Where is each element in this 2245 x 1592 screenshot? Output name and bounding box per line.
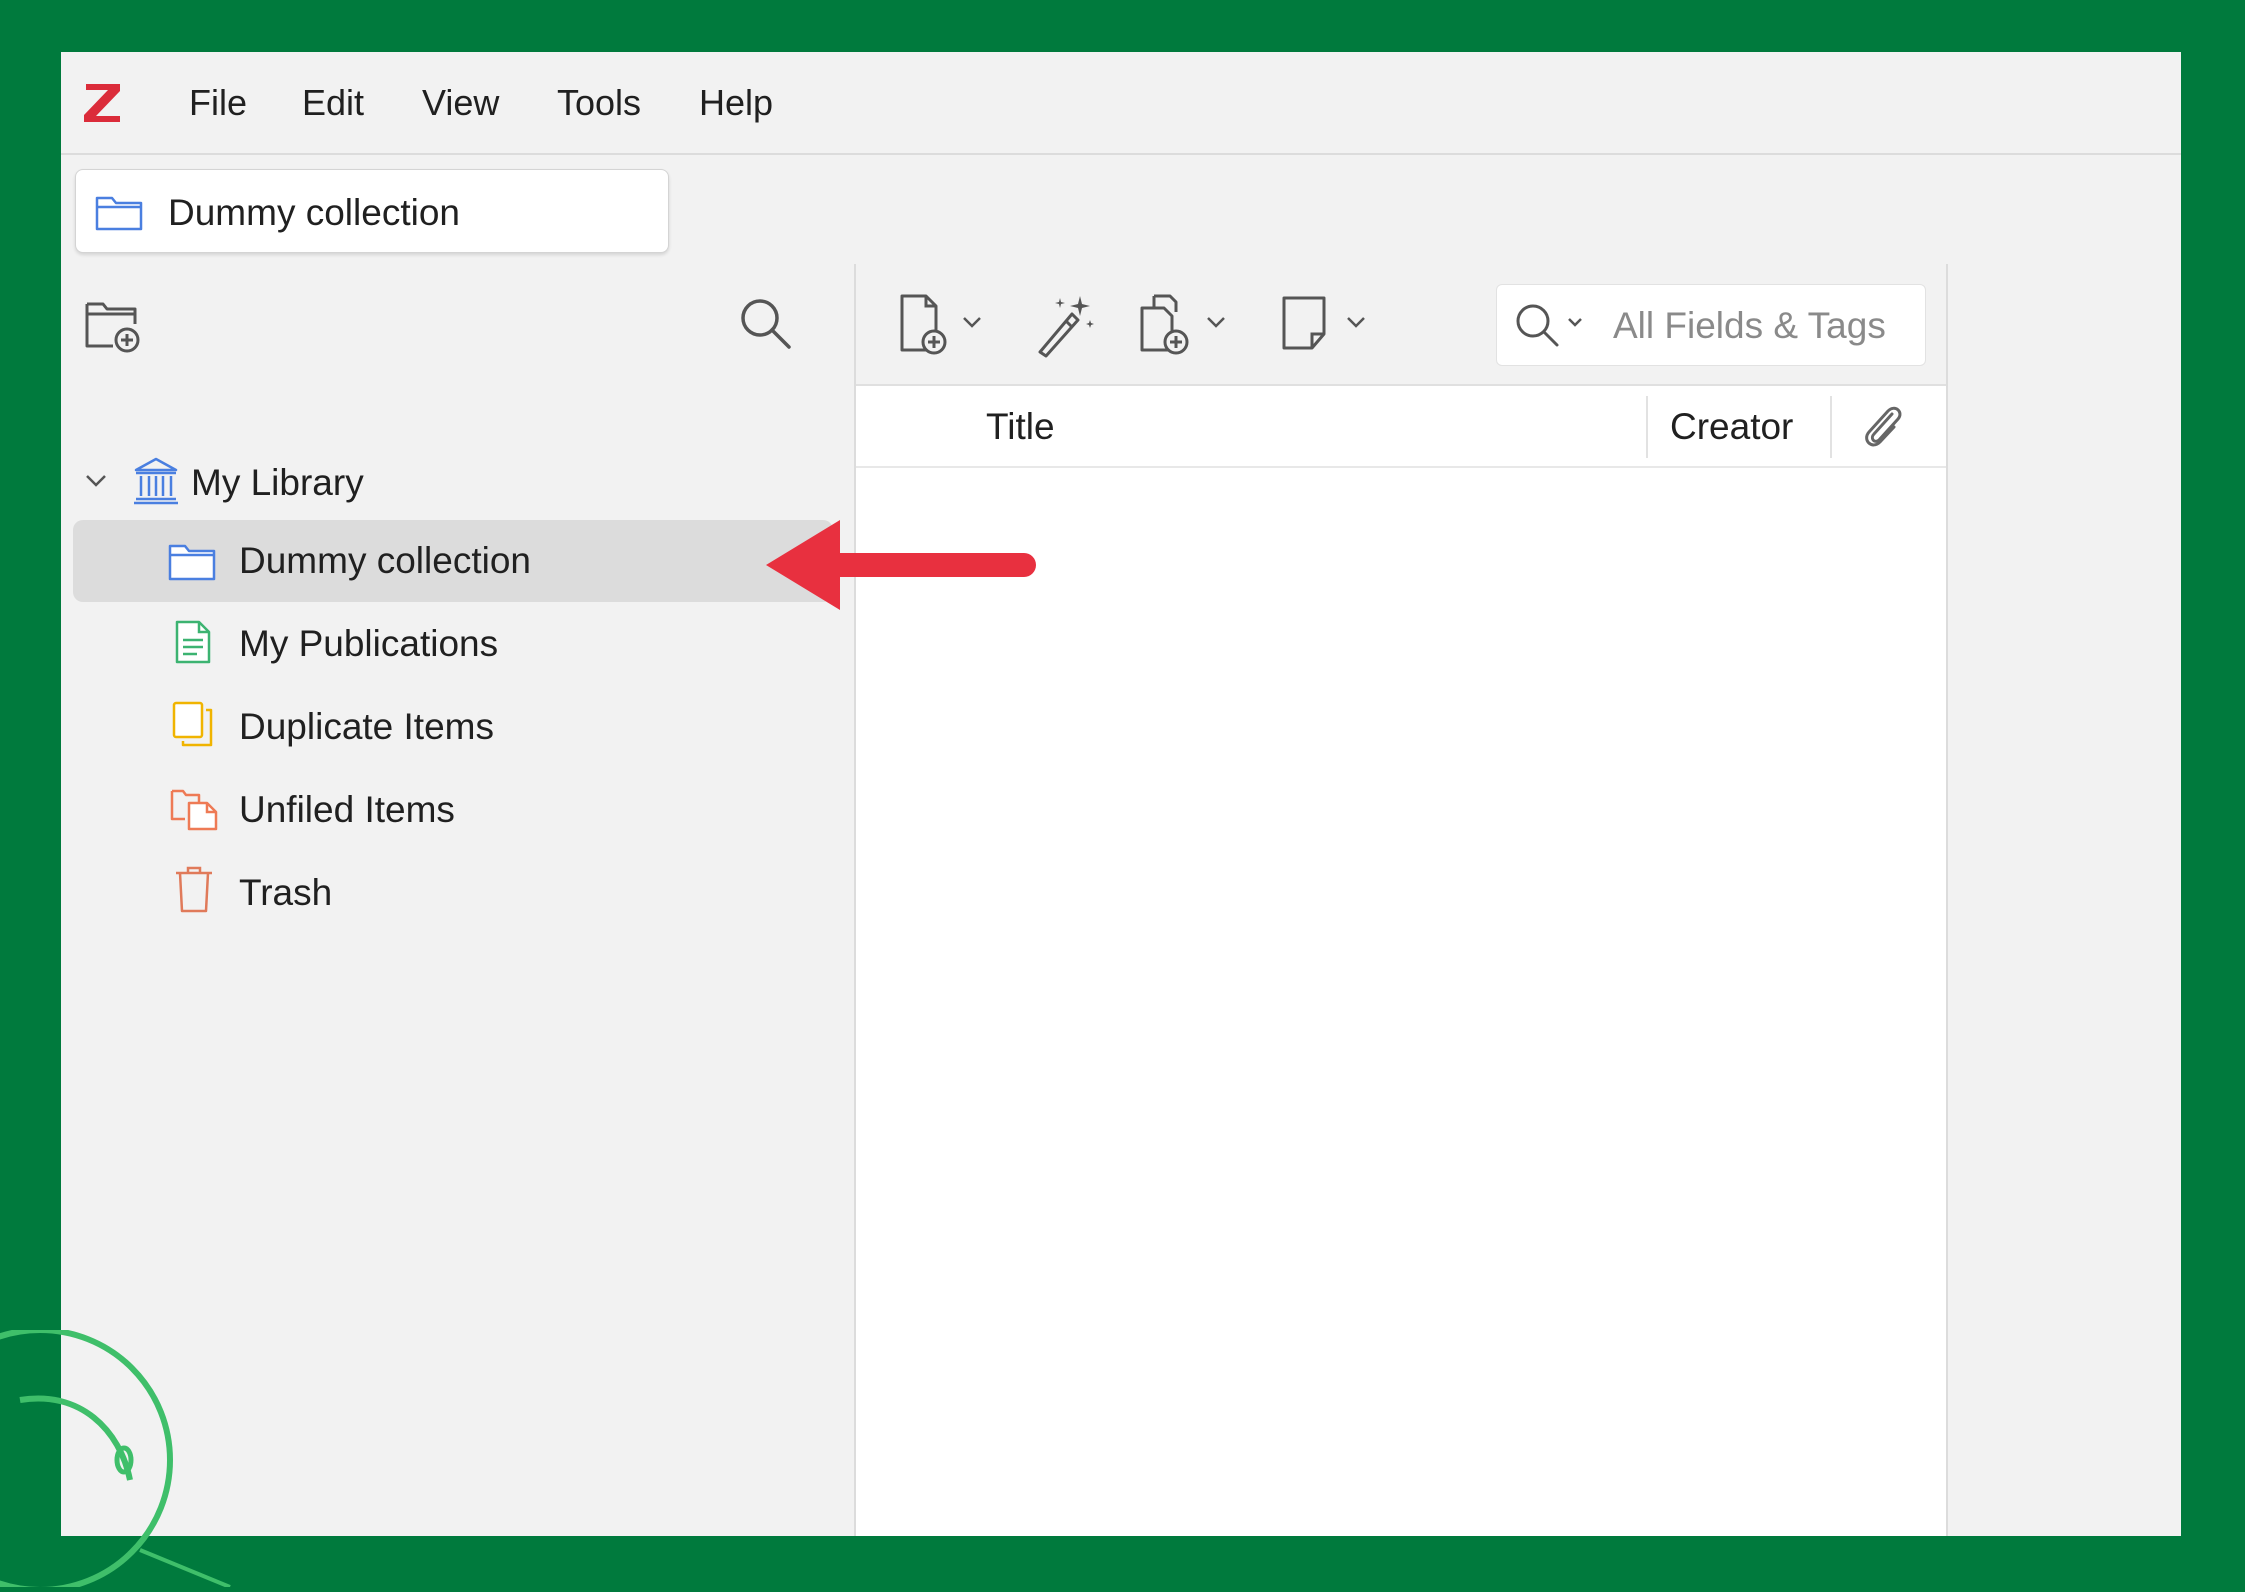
new-item-icon[interactable] <box>896 292 992 358</box>
chevron-down-icon[interactable] <box>83 468 109 499</box>
folder-icon <box>94 192 144 237</box>
paperclip-icon[interactable] <box>1858 402 1908 457</box>
items-pane: All Fields & Tags Title Creator <box>856 264 1948 1536</box>
add-by-identifier-icon[interactable] <box>1032 292 1098 358</box>
column-creator[interactable]: Creator <box>1670 406 1793 448</box>
items-toolbar: All Fields & Tags <box>856 264 1946 386</box>
menu-view[interactable]: View <box>422 82 499 124</box>
tab-label: Dummy collection <box>168 192 460 233</box>
search-icon[interactable] <box>735 294 795 354</box>
search-box[interactable]: All Fields & Tags <box>1496 284 1926 366</box>
search-input[interactable]: All Fields & Tags <box>1613 305 1886 347</box>
menu-file[interactable]: File <box>189 82 247 124</box>
zotero-logo-icon <box>81 78 125 126</box>
tree-item-trash[interactable]: Trash <box>73 852 833 934</box>
menu-tools[interactable]: Tools <box>557 82 641 124</box>
publications-icon <box>173 619 213 670</box>
item-pane <box>1948 264 2181 1536</box>
menu-help[interactable]: Help <box>699 82 773 124</box>
menu-bar: File Edit View Tools Help <box>61 52 2181 155</box>
tree-item-label: My Library <box>191 462 364 503</box>
arrow-annotation-icon <box>766 520 1036 615</box>
new-note-icon[interactable] <box>1280 292 1380 358</box>
tree-item-label: My Publications <box>239 623 499 664</box>
new-collection-icon[interactable] <box>83 294 143 354</box>
duplicate-icon <box>171 700 215 753</box>
tree-item-my-publications[interactable]: My Publications <box>73 603 833 685</box>
tree-item-dummy-collection[interactable]: Dummy collection <box>73 520 833 602</box>
tree-item-label: Unfiled Items <box>239 789 455 830</box>
tree-item-my-library[interactable]: My Library <box>73 442 833 524</box>
column-separator[interactable] <box>1830 396 1832 458</box>
tree-item-label: Trash <box>239 872 333 913</box>
tree-item-label: Dummy collection <box>239 540 531 581</box>
add-attachment-icon[interactable] <box>1138 292 1238 358</box>
column-title[interactable]: Title <box>986 406 1055 448</box>
items-column-header: Title Creator <box>856 386 1946 468</box>
column-separator[interactable] <box>1646 396 1648 458</box>
search-icon[interactable] <box>1511 299 1601 356</box>
folder-icon <box>167 540 217 587</box>
menu-edit[interactable]: Edit <box>302 82 364 124</box>
tree-item-duplicate-items[interactable]: Duplicate Items <box>73 686 833 768</box>
library-icon <box>133 456 179 511</box>
trash-icon <box>173 864 215 919</box>
zotero-window: File Edit View Tools Help Dummy collecti… <box>61 52 2181 1536</box>
decorative-circle-icon <box>0 1327 260 1592</box>
tab-dummy-collection[interactable]: Dummy collection <box>75 169 669 253</box>
tree-item-label: Duplicate Items <box>239 706 494 747</box>
unfiled-icon <box>169 783 221 836</box>
tree-item-unfiled-items[interactable]: Unfiled Items <box>73 769 833 851</box>
